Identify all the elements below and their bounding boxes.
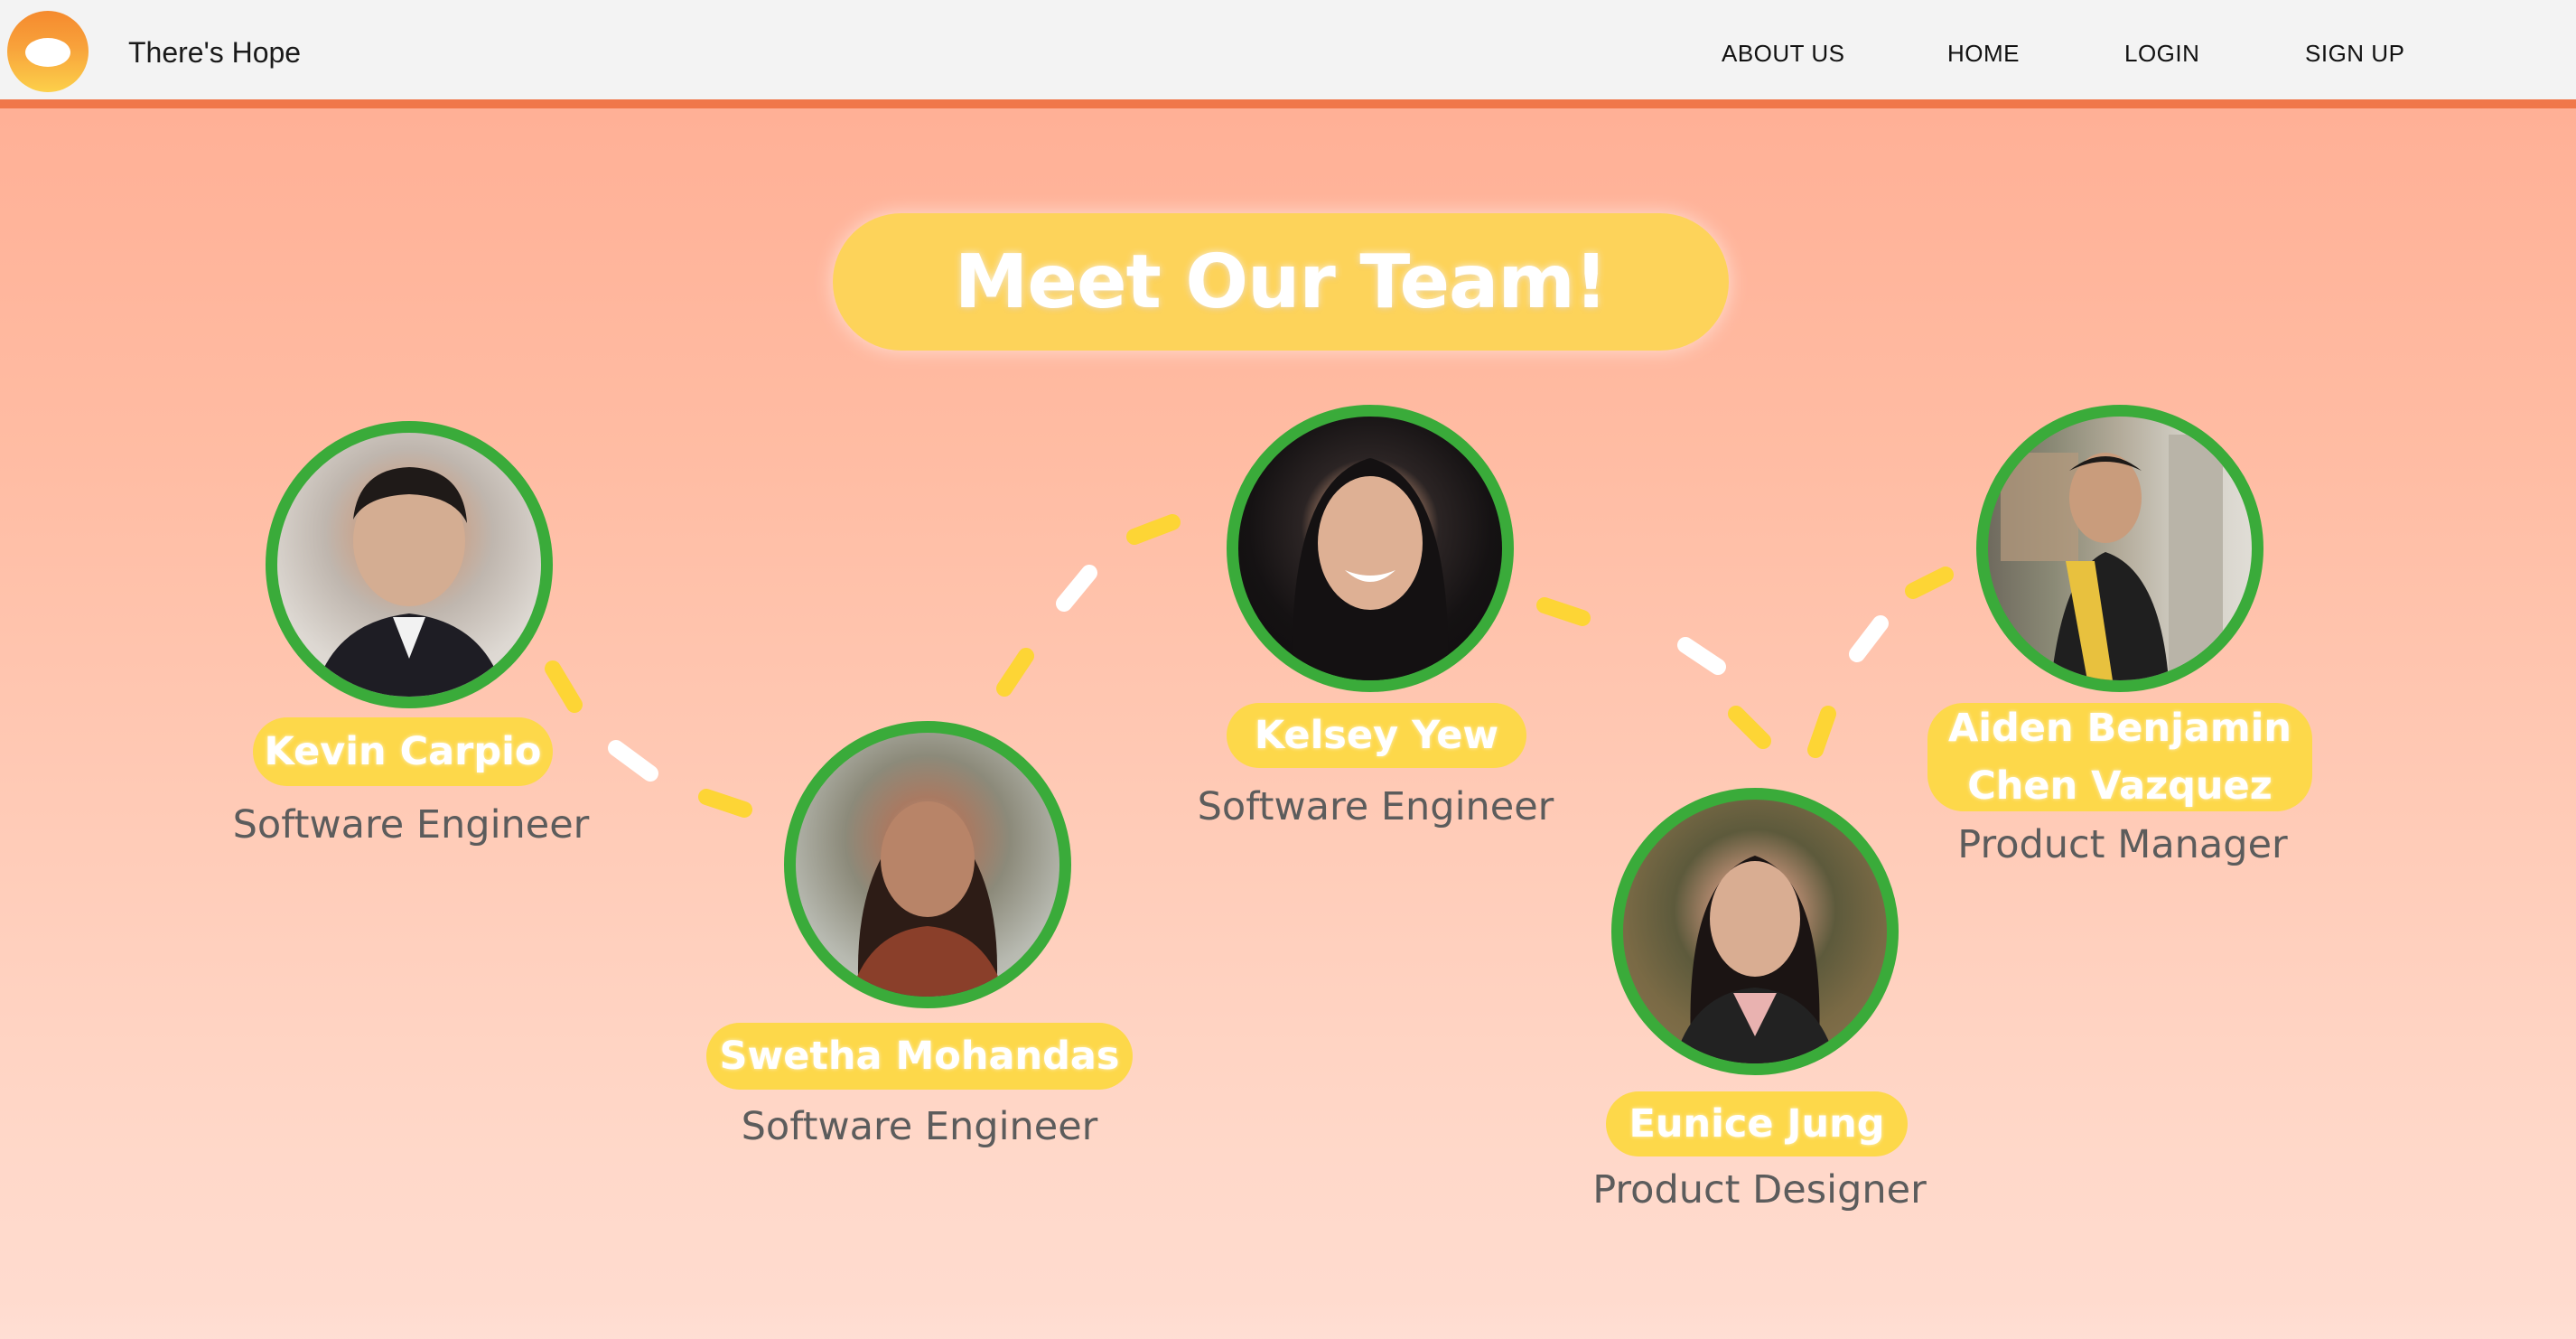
team-member-photo-eunice[interactable] [1611, 788, 1899, 1075]
person-avatar-icon [1292, 458, 1449, 680]
member-name-text: Swetha Mohandas [719, 1034, 1120, 1079]
person-avatar-icon [313, 467, 505, 697]
connector-dash [1849, 615, 1889, 662]
member-name-text: Kelsey Yew [1254, 713, 1499, 758]
team-member-name-kevin: Kevin Carpio [253, 717, 553, 786]
connector-dash [1126, 514, 1181, 545]
team-member-role-kevin: Software Engineer [232, 802, 590, 847]
team-member-name-aiden: Aiden Benjamin Chen Vazquez [1927, 703, 2312, 811]
connector-dash [1056, 565, 1097, 612]
member-name-line2: Chen Vazquez [1967, 763, 2273, 809]
connector-dash [1536, 597, 1591, 626]
connector-dash [1807, 706, 1836, 758]
person-avatar-icon [2001, 435, 2223, 680]
team-member-photo-kevin[interactable] [266, 421, 553, 708]
connector-dash [698, 789, 752, 818]
team-member-photo-kelsey[interactable] [1227, 405, 1514, 692]
connector-dash [545, 660, 583, 713]
person-avatar-icon [850, 801, 1005, 997]
connector-dash [1677, 637, 1726, 675]
team-member-photo-swetha[interactable] [784, 721, 1071, 1008]
person-avatar-icon [1674, 856, 1836, 1063]
team-member-name-eunice: Eunice Jung [1606, 1091, 1908, 1156]
meet-our-team-banner: Meet Our Team! [833, 213, 1729, 351]
team-member-photo-aiden[interactable] [1976, 405, 2263, 692]
member-name-line1: Aiden Benjamin [1947, 706, 2291, 751]
member-name-text: Kevin Carpio [264, 729, 542, 774]
connector-dash [1728, 706, 1771, 749]
team-member-role-eunice: Product Designer [1592, 1167, 1927, 1213]
connector-dash [996, 648, 1034, 697]
page-title: Meet Our Team! [954, 239, 1608, 325]
connector-dash [608, 740, 658, 782]
team-member-role-kelsey: Software Engineer [1197, 784, 1554, 829]
team-member-role-swetha: Software Engineer [741, 1104, 1098, 1149]
connector-dash [1905, 566, 1954, 599]
member-name-text: Eunice Jung [1629, 1101, 1885, 1147]
team-member-name-kelsey: Kelsey Yew [1227, 703, 1526, 768]
team-member-name-swetha: Swetha Mohandas [706, 1023, 1133, 1090]
team-member-role-aiden: Product Manager [1957, 822, 2288, 867]
